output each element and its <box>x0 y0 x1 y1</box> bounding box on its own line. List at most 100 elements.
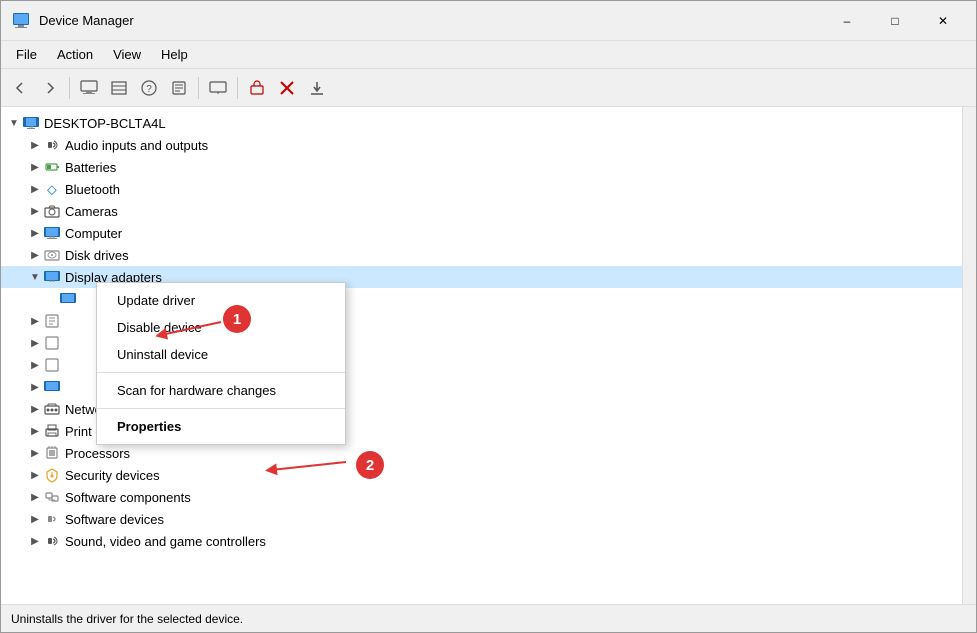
toolbar-delete-button[interactable] <box>273 74 301 102</box>
batteries-label: Batteries <box>65 160 116 175</box>
tree-item-bluetooth[interactable]: ▶ ⬦ Bluetooth <box>1 178 962 200</box>
sound-arrow: ▶ <box>27 533 43 549</box>
forward-button[interactable] <box>36 74 64 102</box>
content-area: ▼ DESKTOP-BCLTА4L ▶ Audio inputs and out… <box>1 107 976 604</box>
row11-icon <box>43 356 61 374</box>
row9-icon <box>43 312 61 330</box>
tree-item-disk[interactable]: ▶ Disk drives <box>1 244 962 266</box>
root-icon <box>22 114 40 132</box>
svg-text:?: ? <box>146 84 152 95</box>
sw-components-icon <box>43 488 61 506</box>
toolbar-separator-2 <box>198 77 199 99</box>
batteries-expand-arrow: ▶ <box>27 159 43 175</box>
tree-root[interactable]: ▼ DESKTOP-BCLTА4L <box>1 112 962 134</box>
app-icon <box>11 11 31 31</box>
row9-arrow: ▶ <box>27 313 43 329</box>
row12-icon <box>43 378 61 396</box>
title-bar-left: Device Manager <box>11 11 134 31</box>
audio-icon <box>43 136 61 154</box>
processors-label: Processors <box>65 446 130 461</box>
maximize-button[interactable]: □ <box>872 5 918 37</box>
cameras-icon <box>43 202 61 220</box>
annotation-arrow-2 <box>216 437 366 487</box>
toolbar-download-button[interactable] <box>303 74 331 102</box>
toolbar-properties-button[interactable] <box>165 74 193 102</box>
security-label: Security devices <box>65 468 160 483</box>
toolbar-separator-1 <box>69 77 70 99</box>
toolbar-screen-button[interactable] <box>204 74 232 102</box>
bluetooth-icon: ⬦ <box>43 180 61 198</box>
vertical-scrollbar[interactable] <box>962 107 976 604</box>
sound-icon <box>43 532 61 550</box>
disk-icon <box>43 246 61 264</box>
computer-icon <box>43 224 61 242</box>
close-button[interactable]: ✕ <box>920 5 966 37</box>
sound-label: Sound, video and game controllers <box>65 534 266 549</box>
menu-file[interactable]: File <box>6 43 47 66</box>
cameras-label: Cameras <box>65 204 118 219</box>
sw-components-label: Software components <box>65 490 191 505</box>
print-icon <box>43 422 61 440</box>
tree-item-batteries[interactable]: ▶ Batteries <box>1 156 962 178</box>
menu-bar: File Action View Help <box>1 41 976 69</box>
sw-components-arrow: ▶ <box>27 489 43 505</box>
computer-expand-arrow: ▶ <box>27 225 43 241</box>
window-controls: – □ ✕ <box>824 5 966 37</box>
tree-item-sound[interactable]: ▶ Sound, video and game controllers <box>1 530 962 552</box>
tree-item-security[interactable]: ▶ Security devices <box>1 464 962 486</box>
processors-icon <box>43 444 61 462</box>
toolbar-computer-button[interactable] <box>75 74 103 102</box>
tree-item-sw-devices[interactable]: ▶ Software devices <box>1 508 962 530</box>
computer-label: Computer <box>65 226 122 241</box>
processors-arrow: ▶ <box>27 445 43 461</box>
toolbar-list-button[interactable] <box>105 74 133 102</box>
menu-action[interactable]: Action <box>47 43 103 66</box>
status-bar: Uninstalls the driver for the selected d… <box>1 604 976 632</box>
row11-arrow: ▶ <box>27 357 43 373</box>
disk-label: Disk drives <box>65 248 129 263</box>
annotation-arrow-1 <box>131 297 231 347</box>
cameras-expand-arrow: ▶ <box>27 203 43 219</box>
network-arrow: ▶ <box>27 401 43 417</box>
batteries-icon <box>43 158 61 176</box>
status-text: Uninstalls the driver for the selected d… <box>11 612 243 626</box>
window-title: Device Manager <box>39 13 134 28</box>
toolbar-separator-3 <box>237 77 238 99</box>
ctx-properties[interactable]: Properties <box>97 413 345 440</box>
tree-item-sw-components[interactable]: ▶ Software components <box>1 486 962 508</box>
security-icon <box>43 466 61 484</box>
menu-help[interactable]: Help <box>151 43 198 66</box>
print-arrow: ▶ <box>27 423 43 439</box>
minimize-button[interactable]: – <box>824 5 870 37</box>
tree-item-cameras[interactable]: ▶ Cameras <box>1 200 962 222</box>
row10-icon <box>43 334 61 352</box>
menu-view[interactable]: View <box>103 43 151 66</box>
row12-arrow: ▶ <box>27 379 43 395</box>
ctx-separator-1 <box>97 372 345 373</box>
sw-devices-icon <box>43 510 61 528</box>
sw-devices-label: Software devices <box>65 512 164 527</box>
display-child-icon <box>59 290 77 308</box>
security-arrow: ▶ <box>27 467 43 483</box>
root-label: DESKTOP-BCLTА4L <box>44 116 166 131</box>
root-expand-arrow: ▼ <box>6 115 22 131</box>
tree-item-audio[interactable]: ▶ Audio inputs and outputs <box>1 134 962 156</box>
display-child-arrow <box>43 291 59 307</box>
tree-item-processors[interactable]: ▶ Processors <box>1 442 962 464</box>
row10-arrow: ▶ <box>27 335 43 351</box>
svg-text:⬦: ⬦ <box>47 181 57 197</box>
toolbar-help-button[interactable]: ? <box>135 74 163 102</box>
audio-expand-arrow: ▶ <box>27 137 43 153</box>
display-expand-arrow: ▼ <box>27 269 43 285</box>
audio-label: Audio inputs and outputs <box>65 138 208 153</box>
toolbar-remove-button[interactable] <box>243 74 271 102</box>
device-manager-window: Device Manager – □ ✕ File Action View He… <box>0 0 977 633</box>
bluetooth-expand-arrow: ▶ <box>27 181 43 197</box>
back-button[interactable] <box>6 74 34 102</box>
display-icon <box>43 268 61 286</box>
network-icon <box>43 400 61 418</box>
bluetooth-label: Bluetooth <box>65 182 120 197</box>
tree-item-computer[interactable]: ▶ Computer <box>1 222 962 244</box>
ctx-scan-hardware[interactable]: Scan for hardware changes <box>97 377 345 404</box>
ctx-separator-2 <box>97 408 345 409</box>
